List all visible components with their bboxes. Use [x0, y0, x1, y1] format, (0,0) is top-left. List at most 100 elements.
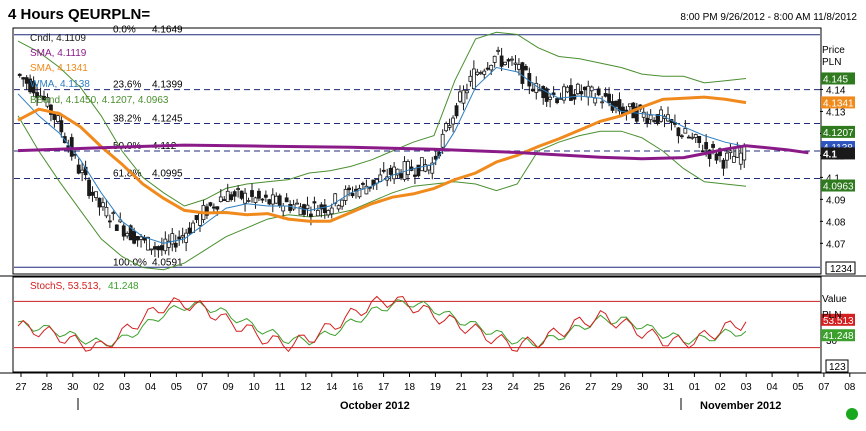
candle-body [579, 91, 584, 95]
candle-body [243, 192, 247, 204]
candle-body [607, 93, 611, 103]
candle-body [586, 85, 591, 98]
status-indicator-icon[interactable] [846, 408, 858, 420]
x-tick-label: 02 [93, 382, 105, 393]
candle-body [97, 197, 102, 208]
candle-body [565, 86, 570, 93]
candle-body [257, 190, 261, 199]
candle-body [485, 67, 490, 70]
price-tag-label: 4.145 [823, 74, 848, 85]
x-tick-label: 04 [767, 382, 779, 393]
candle-body [697, 135, 702, 144]
x-tick-label: 09 [223, 382, 235, 393]
candle-body [274, 195, 279, 204]
candle-body [336, 205, 341, 210]
x-tick-label: 23 [482, 382, 494, 393]
candle-body [191, 222, 195, 233]
candle-body [361, 183, 365, 185]
x-tick-label: 01 [689, 382, 701, 393]
candle-body [135, 235, 140, 241]
candle-body [451, 117, 455, 125]
month-label-november: November 2012 [700, 400, 781, 412]
x-tick-label: 14 [326, 382, 338, 393]
candle-body [465, 90, 469, 94]
x-tick-label: 28 [41, 382, 53, 393]
x-tick-label: 27 [585, 382, 597, 393]
candle-body [340, 199, 345, 207]
candle-body [503, 61, 507, 65]
candle-body [693, 134, 698, 138]
x-tick-label: 21 [456, 382, 468, 393]
price-y-axis: 4.074.084.094.14.114.124.134.14 [820, 85, 846, 250]
y-tick-label: 4.07 [826, 239, 846, 250]
candle-body [350, 192, 355, 197]
candle-body [312, 201, 317, 204]
candle-body [267, 199, 272, 205]
x-tick-label: 18 [404, 382, 416, 393]
candle-body [690, 136, 695, 139]
candle-body [170, 233, 175, 245]
candle-body [700, 150, 705, 153]
candle-body [686, 136, 691, 139]
candle-body [392, 166, 397, 180]
candle-body [725, 152, 729, 161]
stoch-tag-label: 41.248 [823, 331, 854, 342]
candle-body [468, 75, 473, 82]
fib-value-label: 4.0995 [152, 168, 183, 179]
fib-value-label: 4.1399 [152, 80, 183, 91]
x-tick-label: 17 [378, 382, 390, 393]
candle-body [80, 169, 85, 174]
candle-body [447, 125, 452, 128]
candle-body [139, 236, 143, 240]
candle-body [440, 133, 445, 148]
candle-body [156, 246, 161, 251]
candle-body [59, 120, 64, 133]
x-tick-label: 12 [300, 382, 312, 393]
candle-body [211, 206, 216, 209]
x-tick-label: 11 [275, 382, 286, 393]
x-tick-label: 30 [67, 382, 79, 393]
y-tick-label: 4.09 [826, 195, 846, 206]
candle-body [413, 174, 417, 177]
candle-body [399, 173, 403, 179]
candle-body [180, 235, 185, 238]
candle-body [125, 233, 130, 237]
candle-body [735, 147, 740, 158]
candle-body [593, 97, 598, 104]
candle-body [284, 197, 289, 203]
candle-body [281, 205, 286, 212]
candle-body [17, 73, 22, 76]
candle-body [471, 68, 476, 90]
candle-body [544, 88, 549, 102]
legend-cndl: Cndl, 4.1109 [30, 33, 86, 44]
legend-wma: WMA, 4.1138 [30, 79, 90, 90]
candle-body [614, 100, 618, 107]
x-tick-label: 02 [715, 382, 727, 393]
legend-bband: BBand, 4.1450, 4.1207, 4.0963 [30, 95, 169, 106]
y-tick-label: 4.14 [826, 85, 846, 96]
candle-body [208, 202, 213, 206]
candle-body [454, 105, 459, 117]
x-tick-label: 16 [352, 382, 364, 393]
candle-body [21, 77, 26, 80]
candle-body [222, 199, 227, 201]
candle-body [714, 153, 719, 161]
candle-body [582, 86, 587, 91]
candle-body [492, 55, 497, 63]
x-tick-label: 04 [145, 382, 157, 393]
candle-body [711, 144, 715, 148]
y-tick-label: 4.08 [826, 217, 846, 228]
candle-body [253, 197, 258, 203]
candle-body [388, 167, 393, 175]
fib-value-label: 4.1649 [152, 25, 183, 36]
candle-body [225, 190, 230, 202]
fib-level-label: 38.2% [113, 114, 141, 125]
value-axis-unit: PLN [822, 310, 841, 321]
candle-body [177, 236, 182, 240]
candle-body [416, 164, 421, 177]
candle-body [645, 117, 650, 124]
candle-body [232, 191, 237, 197]
x-tick-label: 19 [430, 382, 442, 393]
candle-body [419, 157, 424, 172]
candle-body [517, 64, 521, 70]
